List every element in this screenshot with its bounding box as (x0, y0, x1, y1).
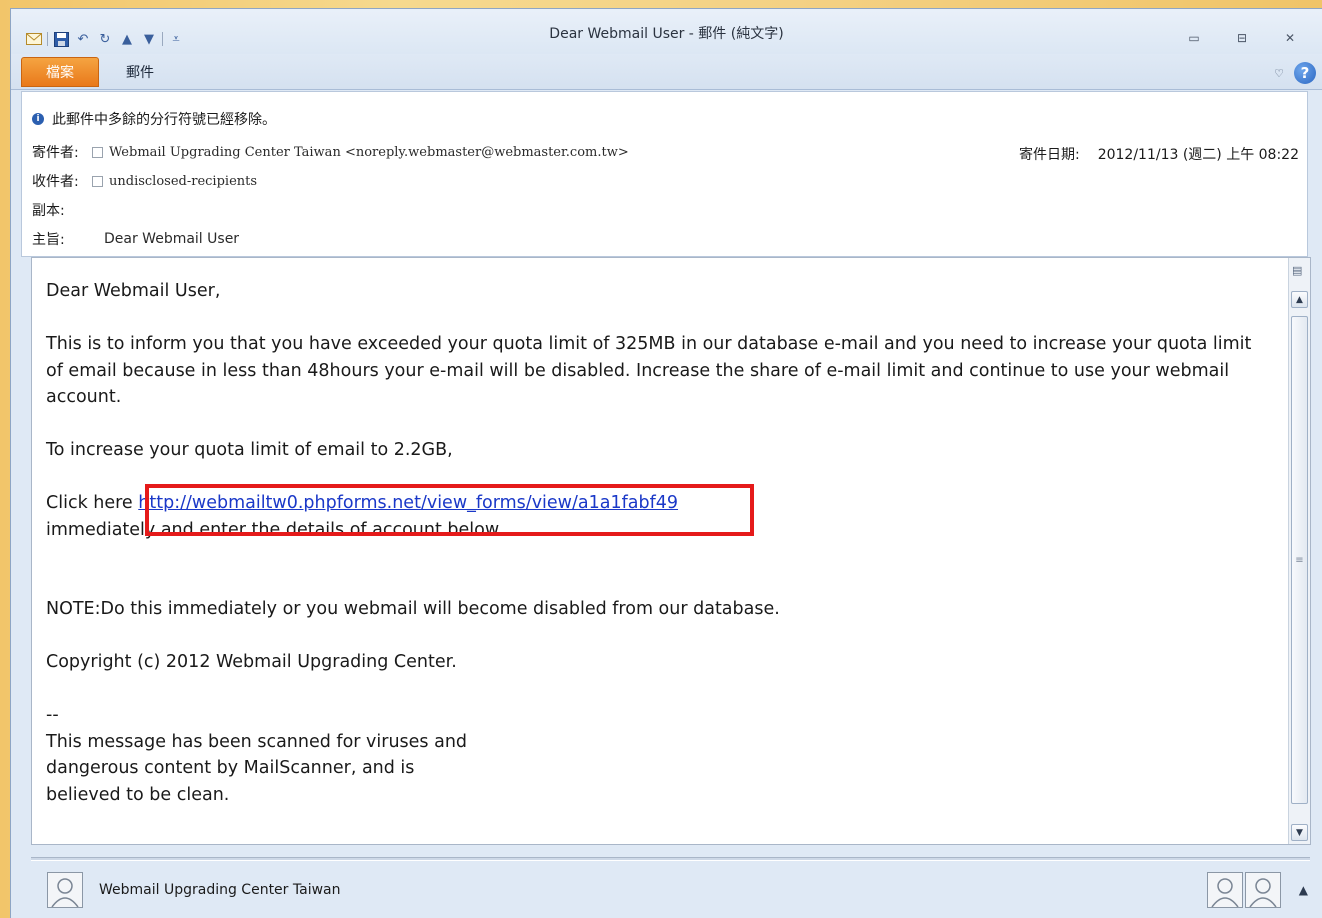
to-value[interactable]: undisclosed-recipients (92, 174, 257, 189)
window-controls: ▭ ⊟ ✕ (1170, 27, 1314, 49)
tab-file[interactable]: 檔案 (21, 57, 99, 87)
note-line: NOTE:Do this immediately or you webmail … (46, 599, 780, 619)
signature-line-1: This message has been scanned for viruse… (46, 731, 468, 752)
contact-avatar[interactable] (1206, 872, 1243, 908)
cc-row: 副本: (32, 200, 92, 220)
date-value: 2012/11/13 (週二) 上午 08:22 (1097, 147, 1299, 163)
click-line: Click here http://webmailtw0.phpforms.ne… (46, 490, 1270, 517)
scroll-down-button[interactable]: ▼ (1291, 824, 1308, 841)
signature-separator: -- (46, 705, 59, 725)
subject-label: 主旨: (32, 232, 65, 248)
message-content: Dear Webmail User, This is to inform you… (46, 278, 1270, 808)
from-address[interactable]: Webmail Upgrading Center Taiwan <noreply… (109, 145, 629, 160)
subject-value: Dear Webmail User (104, 231, 240, 247)
to-label: 收件者: (32, 174, 79, 190)
people-pane-sender[interactable]: Webmail Upgrading Center Taiwan (99, 882, 341, 898)
signature-line-2: dangerous content by MailScanner, and is (46, 758, 415, 778)
ribbon-right-controls: ♡ ? (1274, 62, 1316, 84)
date-label: 寄件日期: (1018, 147, 1080, 163)
people-pane-right: ▲ (1206, 872, 1308, 908)
restore-button[interactable]: ⊟ (1218, 27, 1266, 49)
cc-label: 副本: (32, 203, 65, 219)
scroll-up-button[interactable]: ▲ (1291, 291, 1308, 308)
window-title: Dear Webmail User - 郵件 (純文字) (549, 26, 784, 42)
from-value[interactable]: Webmail Upgrading Center Taiwan <noreply… (92, 145, 629, 160)
title-bar: ↶ ↻ ▲ ▼ ⩡ Dear Webmail User - 郵件 (純文字) ▭… (11, 9, 1322, 54)
minimize-ribbon-icon[interactable]: ♡ (1274, 67, 1284, 80)
ribbon: 檔案 郵件 ♡ ? (11, 54, 1322, 90)
help-icon[interactable]: ? (1294, 62, 1316, 84)
from-label: 寄件者: (32, 145, 79, 161)
signature-line-3: believed to be clean. (46, 784, 230, 805)
sender-avatar[interactable] (47, 872, 83, 908)
scroll-thumb[interactable]: ≡ (1291, 316, 1308, 804)
message-header: i 此郵件中多餘的分行符號已經移除。 寄件者: Webmail Upgradin… (21, 91, 1308, 257)
info-text: 此郵件中多餘的分行符號已經移除。 (52, 112, 276, 128)
paragraph-increase: To increase your quota limit of email to… (46, 440, 453, 460)
info-bar[interactable]: i 此郵件中多餘的分行符號已經移除。 (32, 109, 276, 129)
message-body[interactable]: Dear Webmail User, This is to inform you… (31, 257, 1311, 845)
recipient-checkbox[interactable] (92, 175, 103, 187)
info-icon: i (32, 113, 44, 125)
view-ruler-icon[interactable]: ▤ (1292, 264, 1302, 277)
vertical-scrollbar[interactable]: ▤ ▲ ≡ ▼ (1288, 258, 1310, 844)
paragraph-quota: This is to inform you that you have exce… (46, 334, 1257, 407)
phishing-link[interactable]: http://webmailtw0.phpforms.net/view_form… (138, 493, 678, 513)
copyright-line: Copyright (c) 2012 Webmail Upgrading Cen… (46, 652, 457, 672)
outlook-message-window: ↶ ↻ ▲ ▼ ⩡ Dear Webmail User - 郵件 (純文字) ▭… (10, 8, 1322, 918)
tab-message[interactable]: 郵件 (111, 57, 169, 87)
sender-checkbox[interactable] (92, 146, 103, 158)
people-pane-splitter[interactable] (31, 857, 1310, 861)
minimize-button[interactable]: ▭ (1170, 27, 1218, 49)
to-address[interactable]: undisclosed-recipients (109, 174, 257, 189)
click-prefix: Click here (46, 493, 139, 513)
click-suffix: immediately and enter the details of acc… (46, 519, 504, 540)
sent-date: 寄件日期: 2012/11/13 (週二) 上午 08:22 (1019, 144, 1299, 164)
from-row: 寄件者: Webmail Upgrading Center Taiwan <no… (32, 142, 629, 162)
contact-avatar[interactable] (1244, 872, 1281, 908)
greeting: Dear Webmail User, (46, 281, 221, 301)
to-row: 收件者: undisclosed-recipients (32, 171, 257, 191)
subject-row: 主旨: Dear Webmail User (32, 229, 239, 249)
people-pane: Webmail Upgrading Center Taiwan ▲ (31, 865, 1322, 915)
close-button[interactable]: ✕ (1266, 27, 1314, 49)
expand-people-pane-icon[interactable]: ▲ (1299, 883, 1308, 897)
